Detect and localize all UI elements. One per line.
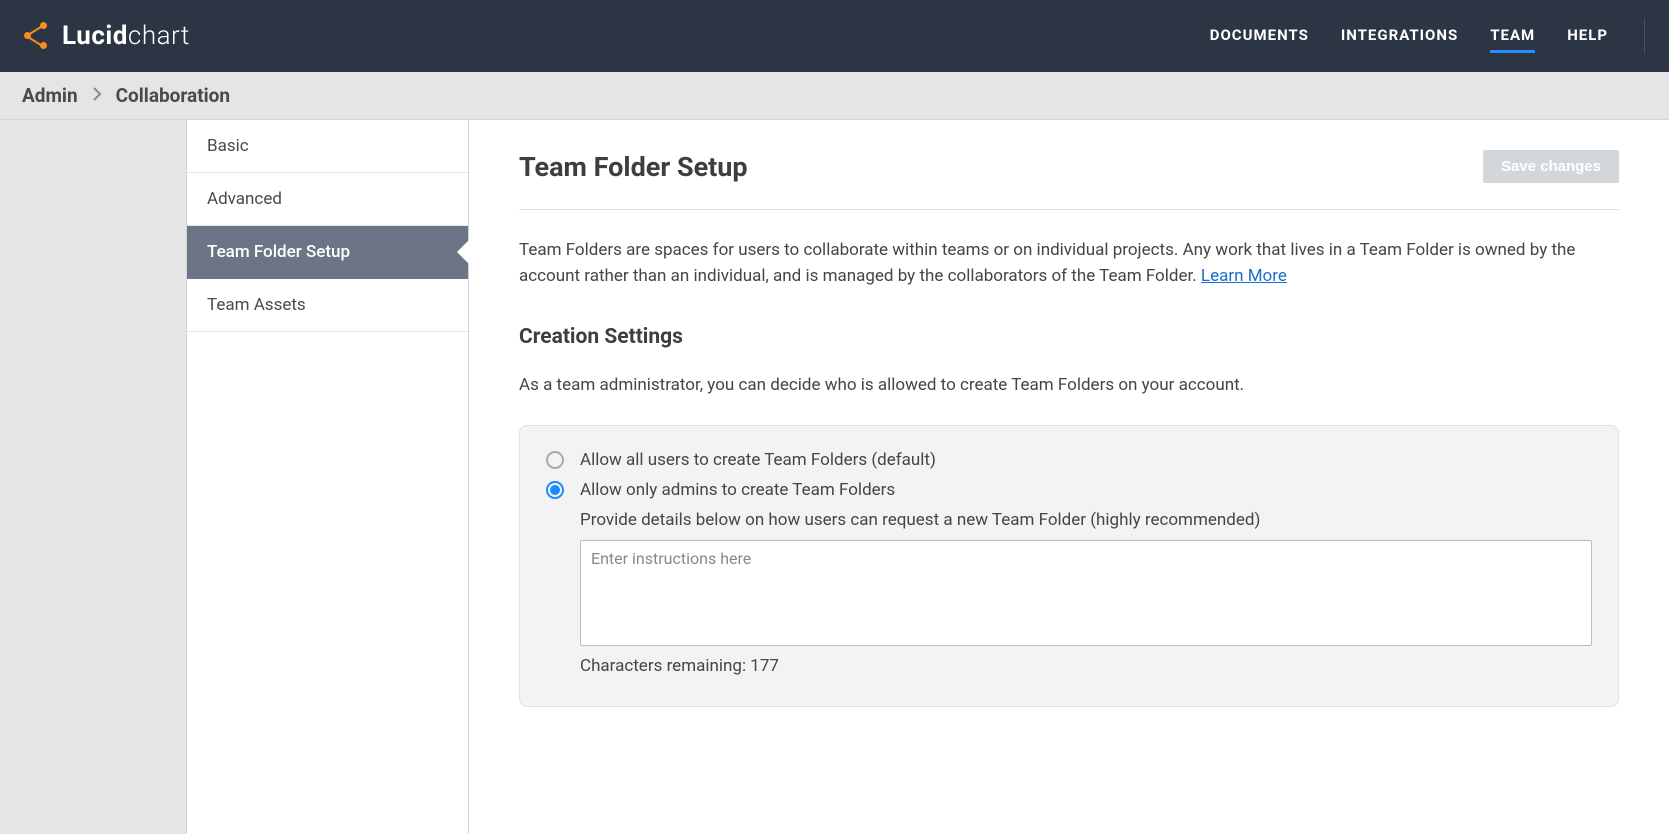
- sidebar: Basic Advanced Team Folder Setup Team As…: [186, 120, 469, 834]
- main-header: Team Folder Setup Save changes: [519, 150, 1619, 210]
- radio-admins-hint: Provide details below on how users can r…: [580, 510, 1592, 530]
- sidebar-item-advanced[interactable]: Advanced: [187, 173, 468, 226]
- layout: Basic Advanced Team Folder Setup Team As…: [0, 120, 1669, 834]
- nav-help[interactable]: HELP: [1567, 20, 1608, 53]
- radio-row-all-users[interactable]: Allow all users to create Team Folders (…: [546, 450, 1592, 470]
- radio-all-users[interactable]: [546, 451, 564, 469]
- nav-integrations[interactable]: INTEGRATIONS: [1341, 20, 1458, 53]
- main-content: Team Folder Setup Save changes Team Fold…: [469, 120, 1669, 834]
- instructions-textarea[interactable]: [580, 540, 1592, 646]
- logo[interactable]: Lucidchart: [24, 21, 190, 51]
- characters-remaining: Characters remaining: 177: [580, 656, 1592, 676]
- lucidchart-logo-icon: [24, 22, 52, 50]
- sidebar-item-team-assets[interactable]: Team Assets: [187, 279, 468, 332]
- description-text: Team Folders are spaces for users to col…: [519, 240, 1575, 286]
- logo-text: Lucidchart: [62, 21, 190, 51]
- sidebar-item-basic[interactable]: Basic: [187, 120, 468, 173]
- radio-admins-only-label[interactable]: Allow only admins to create Team Folders: [580, 480, 895, 500]
- characters-remaining-label: Characters remaining:: [580, 656, 750, 676]
- radio-admins-only[interactable]: [546, 481, 564, 499]
- chevron-right-icon: [92, 85, 102, 106]
- description: Team Folders are spaces for users to col…: [519, 238, 1619, 289]
- nav-divider: [1644, 18, 1645, 54]
- learn-more-link[interactable]: Learn More: [1201, 266, 1287, 286]
- top-nav: DOCUMENTS INTEGRATIONS TEAM HELP: [1210, 18, 1645, 54]
- radio-all-users-label[interactable]: Allow all users to create Team Folders (…: [580, 450, 936, 470]
- creation-settings-title: Creation Settings: [519, 325, 1619, 349]
- save-changes-button[interactable]: Save changes: [1483, 150, 1619, 183]
- sidebar-item-team-folder-setup[interactable]: Team Folder Setup: [187, 226, 468, 279]
- radio-row-admins-only[interactable]: Allow only admins to create Team Folders: [546, 480, 1592, 500]
- creation-settings-subtitle: As a team administrator, you can decide …: [519, 375, 1619, 395]
- creation-settings-box: Allow all users to create Team Folders (…: [519, 425, 1619, 707]
- characters-remaining-value: 177: [750, 656, 779, 676]
- page-title: Team Folder Setup: [519, 151, 748, 183]
- topbar: Lucidchart DOCUMENTS INTEGRATIONS TEAM H…: [0, 0, 1669, 72]
- nav-team[interactable]: TEAM: [1490, 20, 1535, 53]
- breadcrumb-admin[interactable]: Admin: [22, 84, 78, 107]
- breadcrumb: Admin Collaboration: [0, 72, 1669, 120]
- breadcrumb-collaboration[interactable]: Collaboration: [116, 84, 230, 107]
- nav-documents[interactable]: DOCUMENTS: [1210, 20, 1309, 53]
